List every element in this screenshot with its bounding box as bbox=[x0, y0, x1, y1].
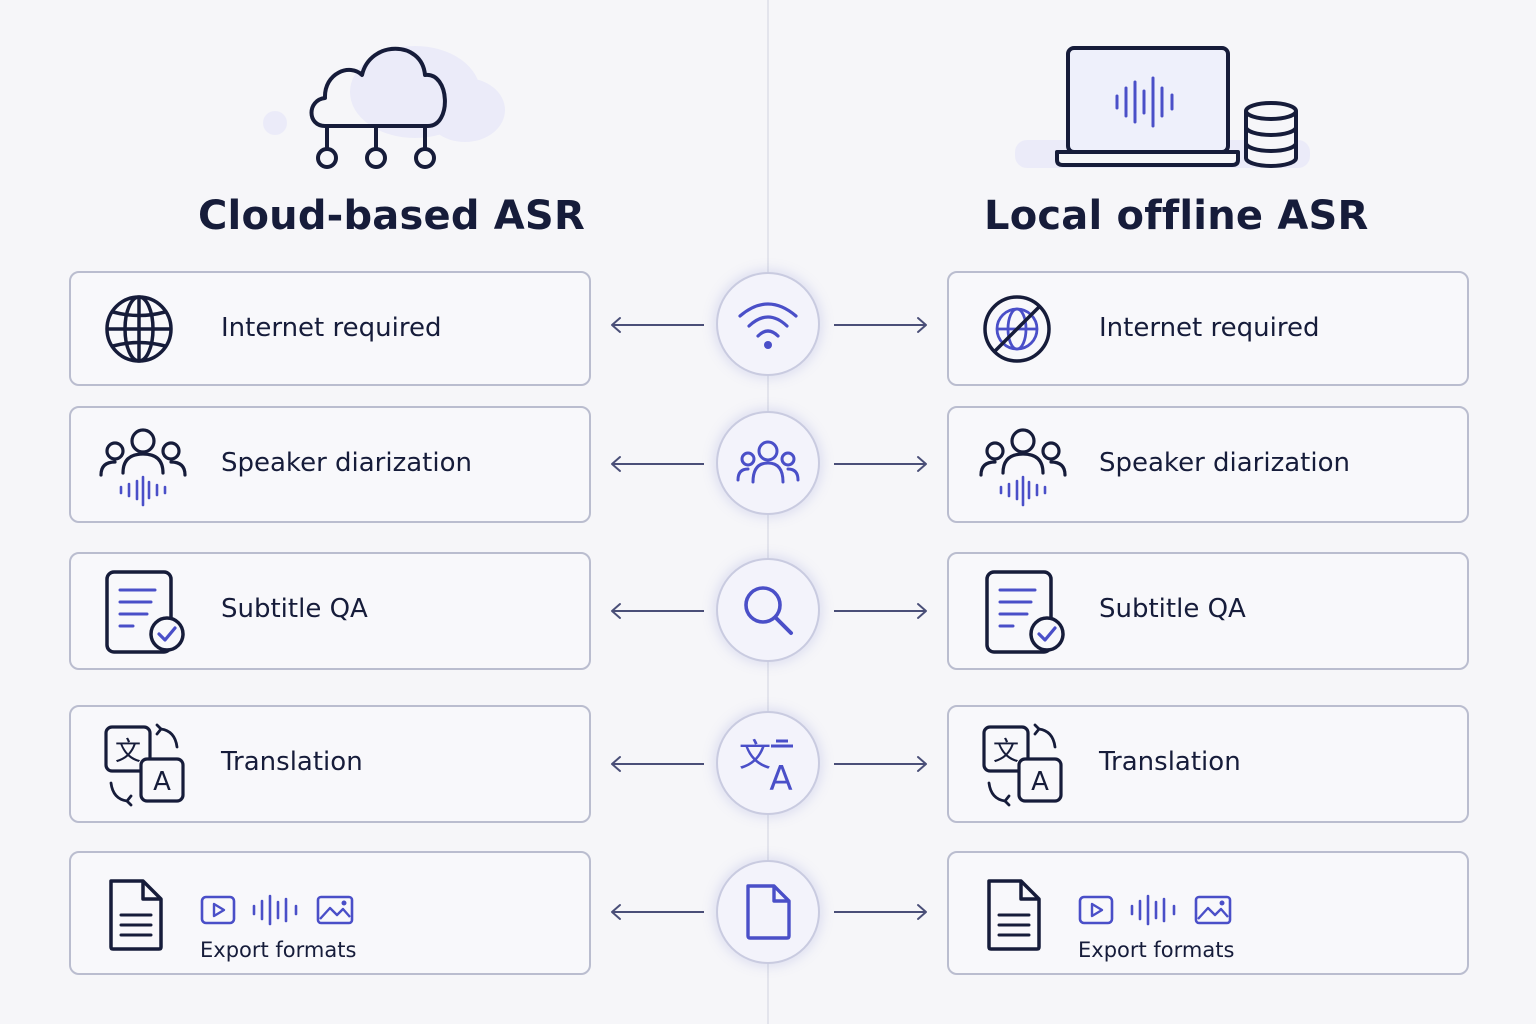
arrow-right bbox=[834, 317, 927, 333]
cloud-network-icon bbox=[263, 46, 505, 169]
arrow-right bbox=[834, 756, 927, 772]
video-icon bbox=[200, 895, 236, 925]
svg-text:A: A bbox=[153, 767, 171, 797]
cloud-feature-subtitle-qa: Subtitle QA bbox=[69, 552, 591, 670]
cloud-feature-translation: 文 A Translation bbox=[69, 705, 591, 823]
globe-icon bbox=[105, 295, 173, 363]
local-feature-subtitle-qa: Subtitle QA bbox=[947, 552, 1469, 670]
people-icon bbox=[736, 440, 800, 484]
document-icon bbox=[987, 879, 1041, 951]
wifi-icon bbox=[738, 302, 798, 349]
document-check-icon bbox=[985, 570, 1065, 654]
hub-connectivity bbox=[716, 272, 820, 376]
no-globe-icon bbox=[983, 295, 1051, 363]
feature-label: Speaker diarization bbox=[1099, 448, 1350, 478]
hub-speakers bbox=[716, 411, 820, 515]
local-feature-diarization: Speaker diarization bbox=[947, 406, 1469, 523]
arrow-left bbox=[611, 904, 704, 920]
cloud-asr-title: Cloud-based ASR bbox=[198, 193, 585, 239]
arrow-left bbox=[611, 456, 704, 472]
arrow-left bbox=[611, 317, 704, 333]
svg-text:文: 文 bbox=[115, 737, 141, 767]
feature-label: Speaker diarization bbox=[221, 448, 472, 478]
translate-icon: 文 A bbox=[739, 736, 793, 794]
cloud-feature-diarization: Speaker diarization bbox=[69, 406, 591, 523]
hub-search bbox=[716, 558, 820, 662]
local-asr-title: Local offline ASR bbox=[984, 193, 1369, 239]
file-icon bbox=[746, 884, 791, 940]
svg-text:文: 文 bbox=[993, 737, 1019, 767]
laptop-database-icon bbox=[1015, 46, 1310, 168]
translate-icon: 文 A bbox=[982, 723, 1063, 807]
cloud-feature-internet: Internet required bbox=[69, 271, 591, 386]
arrow-right bbox=[834, 904, 927, 920]
local-feature-internet: Internet required bbox=[947, 271, 1469, 386]
feature-label: Subtitle QA bbox=[221, 594, 368, 624]
translate-icon: 文 A bbox=[104, 723, 185, 807]
feature-label: Export formats bbox=[200, 938, 357, 962]
feature-label: Subtitle QA bbox=[1099, 594, 1246, 624]
arrow-left bbox=[611, 756, 704, 772]
local-feature-export: Export formats bbox=[947, 851, 1469, 975]
image-icon bbox=[316, 895, 354, 925]
speaker-group-icon bbox=[979, 428, 1067, 507]
waveform-icon bbox=[252, 894, 298, 926]
feature-label: Internet required bbox=[221, 313, 442, 343]
arrow-right bbox=[834, 603, 927, 619]
export-format-icons bbox=[200, 894, 354, 926]
svg-text:文: 文 bbox=[739, 736, 771, 774]
feature-label: Translation bbox=[1099, 747, 1241, 777]
image-icon bbox=[1194, 895, 1232, 925]
arrow-left bbox=[611, 603, 704, 619]
waveform-icon bbox=[1130, 894, 1176, 926]
arrow-right bbox=[834, 456, 927, 472]
local-feature-translation: 文 A Translation bbox=[947, 705, 1469, 823]
document-check-icon bbox=[105, 570, 185, 654]
cloud-feature-export: Export formats bbox=[69, 851, 591, 975]
hub-export bbox=[716, 860, 820, 964]
export-format-icons bbox=[1078, 894, 1232, 926]
feature-label: Internet required bbox=[1099, 313, 1320, 343]
feature-label: Export formats bbox=[1078, 938, 1235, 962]
hub-translation: 文 A bbox=[716, 711, 820, 815]
document-icon bbox=[109, 879, 163, 951]
speaker-group-icon bbox=[99, 428, 187, 507]
search-icon bbox=[744, 586, 793, 635]
feature-label: Translation bbox=[221, 747, 363, 777]
svg-text:A: A bbox=[769, 759, 792, 794]
svg-text:A: A bbox=[1031, 767, 1049, 797]
video-icon bbox=[1078, 895, 1114, 925]
